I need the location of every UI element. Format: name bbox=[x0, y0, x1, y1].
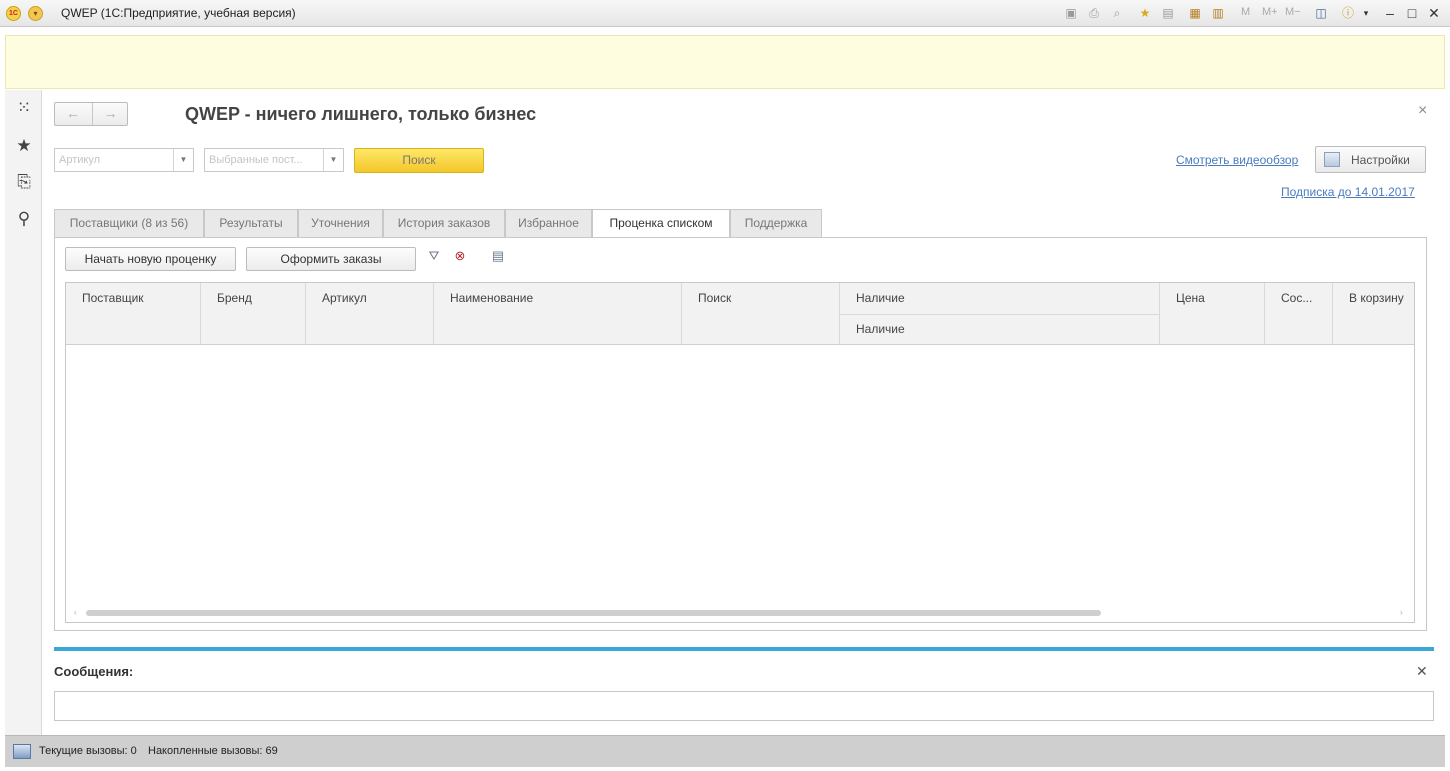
forward-arrow-icon[interactable]: → bbox=[92, 103, 128, 125]
tab-order-history[interactable]: История заказов bbox=[383, 209, 505, 238]
info-strip bbox=[5, 35, 1445, 89]
article-placeholder: Артикул bbox=[59, 154, 101, 166]
calendar-icon[interactable]: ▥ bbox=[1210, 5, 1226, 21]
column-status[interactable]: Сос... bbox=[1265, 283, 1333, 344]
filter-icon[interactable]: ⛛ bbox=[425, 247, 443, 265]
memory-minus-button[interactable]: M− bbox=[1285, 6, 1301, 18]
sections-panel: ⁙ ★ ⎘ ⚲ bbox=[5, 90, 42, 735]
new-estimate-button[interactable]: Начать новую проценку bbox=[65, 247, 236, 271]
window-title: QWEP (1С:Предприятие, учебная версия) bbox=[61, 6, 296, 20]
settings-button[interactable]: Настройки bbox=[1315, 146, 1426, 173]
app-logo-icon: 1С bbox=[6, 6, 21, 21]
panels-icon[interactable]: ◫ bbox=[1313, 5, 1329, 21]
close-icon[interactable]: × bbox=[1418, 102, 1427, 120]
horizontal-scrollbar[interactable] bbox=[86, 610, 1101, 616]
column-search[interactable]: Поиск bbox=[682, 283, 840, 344]
nav-buttons: ← → bbox=[54, 102, 128, 126]
column-article[interactable]: Артикул bbox=[306, 283, 434, 344]
messages-box bbox=[54, 691, 1434, 721]
column-availability[interactable]: Наличие Наличие bbox=[840, 283, 1160, 344]
history-icon[interactable]: ⎘ bbox=[13, 171, 35, 193]
apps-grid-icon[interactable]: ⁙ bbox=[13, 97, 35, 119]
subscription-link[interactable]: Подписка до 14.01.2017 bbox=[1281, 185, 1415, 199]
favorites-add-icon[interactable]: ★ bbox=[1137, 5, 1153, 21]
tab-list-estimate[interactable]: Проценка списком bbox=[592, 209, 730, 239]
messages-divider bbox=[54, 647, 1434, 651]
memory-button[interactable]: M bbox=[1241, 6, 1250, 18]
tab-suppliers[interactable]: Поставщики (8 из 56) bbox=[54, 209, 204, 238]
link-icon[interactable]: ▤ bbox=[1160, 5, 1176, 21]
memory-plus-button[interactable]: M+ bbox=[1262, 6, 1278, 18]
close-icon[interactable]: ✕ bbox=[1416, 663, 1428, 680]
close-window-button[interactable]: ✕ bbox=[1424, 3, 1444, 23]
column-to-cart[interactable]: В корзину bbox=[1333, 283, 1414, 344]
suppliers-placeholder: Выбранные пост... bbox=[209, 154, 303, 166]
tab-favorites[interactable]: Избранное bbox=[505, 209, 592, 238]
column-price[interactable]: Цена bbox=[1160, 283, 1265, 344]
page-title: QWEP - ничего лишнего, только бизнес bbox=[185, 104, 537, 124]
suppliers-select[interactable]: Выбранные пост... ▼ bbox=[204, 148, 344, 172]
export-icon[interactable]: ▤ bbox=[489, 247, 507, 265]
window-titlebar: 1С ▾ QWEP (1С:Предприятие, учебная верси… bbox=[0, 0, 1450, 27]
current-calls: Текущие вызовы: 0 bbox=[39, 745, 137, 757]
column-name[interactable]: Наименование bbox=[434, 283, 682, 344]
table-header: Поставщик Бренд Артикул Наименование Пои… bbox=[66, 283, 1414, 345]
place-orders-button[interactable]: Оформить заказы bbox=[246, 247, 416, 271]
estimate-table[interactable]: Поставщик Бренд Артикул Наименование Пои… bbox=[65, 282, 1415, 623]
list-estimate-panel: Начать новую проценку Оформить заказы ⛛ … bbox=[54, 237, 1427, 631]
settings-icon bbox=[1324, 152, 1340, 167]
chevron-down-icon[interactable]: ▾ bbox=[1358, 5, 1374, 21]
calculator-icon[interactable]: ▦ bbox=[1187, 5, 1203, 21]
accumulated-calls: Накопленные вызовы: 69 bbox=[148, 745, 278, 757]
tab-support[interactable]: Поддержка bbox=[730, 209, 822, 238]
chevron-down-icon[interactable]: ▼ bbox=[323, 149, 343, 171]
maximize-button[interactable]: □ bbox=[1402, 3, 1422, 23]
server-calls-icon[interactable] bbox=[13, 744, 31, 759]
tab-refinements[interactable]: Уточнения bbox=[298, 209, 383, 238]
scroll-right-icon[interactable]: › bbox=[1400, 608, 1403, 617]
print-icon[interactable]: ⎙ bbox=[1086, 5, 1102, 21]
scroll-left-icon[interactable]: ‹ bbox=[74, 608, 77, 617]
preview-icon[interactable]: ⌕ bbox=[1109, 5, 1125, 21]
main-form: ← → QWEP - ничего лишнего, только бизнес… bbox=[42, 90, 1445, 735]
back-arrow-icon[interactable]: ← bbox=[55, 103, 91, 125]
chevron-down-icon[interactable]: ▼ bbox=[173, 149, 193, 171]
info-icon[interactable]: ⓘ bbox=[1340, 5, 1356, 21]
search-icon[interactable]: ⚲ bbox=[13, 208, 35, 230]
video-review-link[interactable]: Смотреть видеообзор bbox=[1176, 153, 1298, 167]
settings-label: Настройки bbox=[1351, 153, 1410, 167]
messages-title: Сообщения: bbox=[54, 664, 134, 679]
column-supplier[interactable]: Поставщик bbox=[66, 283, 201, 344]
column-brand[interactable]: Бренд bbox=[201, 283, 306, 344]
minimize-button[interactable]: – bbox=[1380, 3, 1400, 23]
column-availability-sub[interactable]: Наличие bbox=[840, 314, 1159, 344]
search-button[interactable]: Поиск bbox=[354, 148, 484, 173]
star-icon[interactable]: ★ bbox=[13, 135, 35, 157]
tab-results[interactable]: Результаты bbox=[204, 209, 298, 238]
save-icon[interactable]: ▣ bbox=[1063, 5, 1079, 21]
clear-filter-icon[interactable]: ⊗ bbox=[451, 247, 469, 265]
main-menu-icon[interactable]: ▾ bbox=[28, 6, 43, 21]
article-input[interactable]: Артикул ▼ bbox=[54, 148, 194, 172]
status-bar: Текущие вызовы: 0 Накопленные вызовы: 69 bbox=[5, 735, 1445, 767]
